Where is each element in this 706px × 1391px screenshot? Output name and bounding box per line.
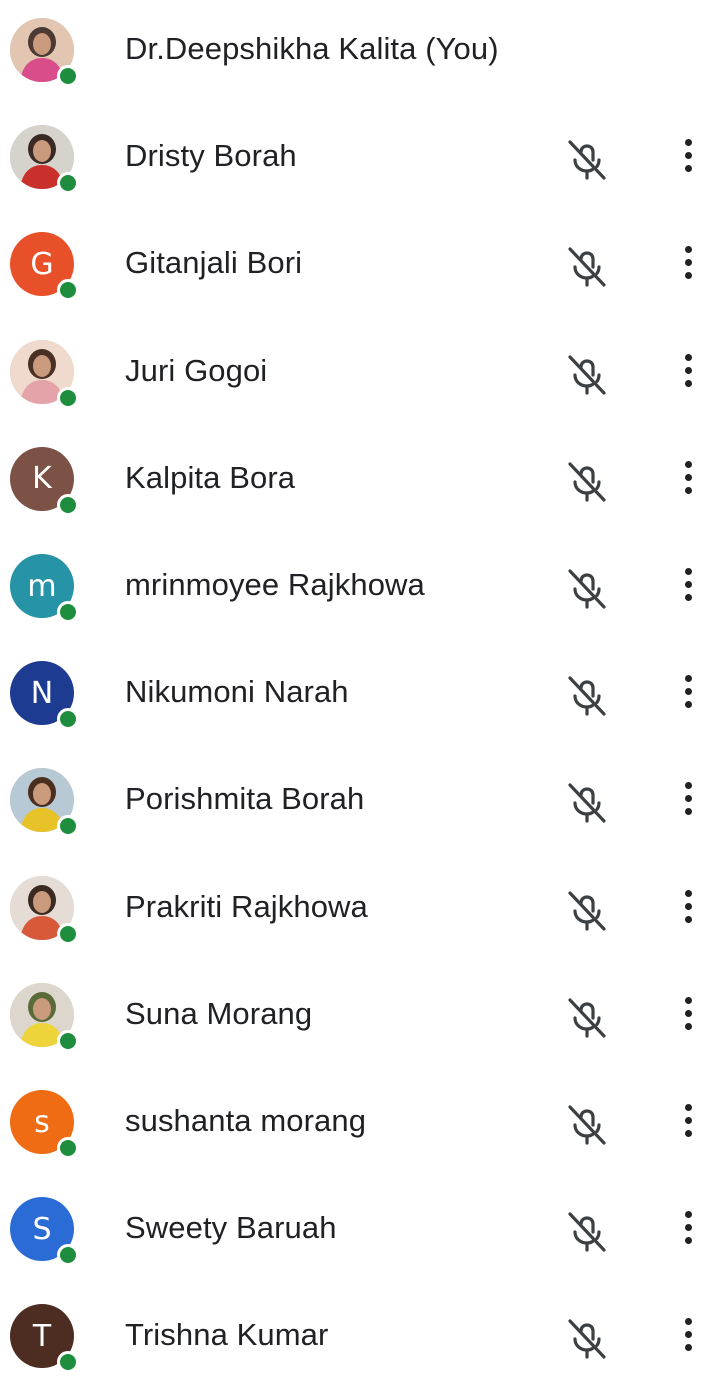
online-status-dot [57,1244,79,1267]
more-vert-icon[interactable] [680,460,696,501]
avatar-container: N [10,661,79,731]
avatar-container: K [10,446,79,516]
more-vert-icon[interactable] [680,1104,696,1144]
mic-off-icon [564,670,610,718]
participant-row[interactable]: N Nikumoni Narah [0,641,706,748]
mic-off-icon [564,1206,610,1254]
online-status-dot [57,386,79,409]
participant-row[interactable]: m mrinmoyee Rajkhowa [0,534,706,641]
avatar-container: m [10,554,79,623]
online-status-dot [57,1351,79,1374]
participant-name: Nikumoni Narah [125,674,349,710]
mic-off-icon [564,1099,610,1147]
more-vert-icon[interactable] [680,889,696,930]
more-vert-icon[interactable] [680,1211,696,1251]
participant-name: Dristy Borah [125,138,297,174]
more-vert-icon[interactable] [680,568,696,608]
avatar-initial: S [32,1211,52,1247]
mic-off-icon [564,777,610,825]
mic-off-icon [564,992,610,1040]
mic-off-icon [564,563,610,611]
participant-list: Dr.Deepshikha Kalita (You) Dristy Borah G G… [0,0,706,1374]
more-vert-icon[interactable] [680,246,696,286]
participant-name: Gitanjali Bori [125,245,303,281]
participant-row[interactable]: S Sweety Baruah [0,1177,706,1284]
online-status-dot [57,65,79,87]
participant-row[interactable]: Suna Morang [0,963,706,1070]
avatar-initial: m [27,568,57,604]
participant-row[interactable]: Porishmita Borah [0,748,706,855]
avatar-initial: N [30,675,54,711]
online-status-dot [57,922,79,945]
online-status-dot [57,279,79,302]
online-status-dot [57,1137,79,1159]
participant-row-self[interactable]: Dr.Deepshikha Kalita (You) [0,0,706,105]
more-vert-icon[interactable] [680,353,696,394]
online-status-dot [57,815,79,838]
avatar-container [10,125,79,195]
participant-row[interactable]: T Trishna Kumar [0,1284,706,1391]
avatar-container: T [10,1304,79,1374]
participant-row[interactable]: G Gitanjali Bori [0,212,706,319]
more-vert-icon[interactable] [680,782,696,822]
avatar-container [10,768,79,838]
online-status-dot [57,601,79,623]
online-status-dot [57,493,79,516]
avatar-initial: G [30,246,54,282]
more-vert-icon[interactable] [680,1318,696,1358]
mic-off-icon [564,456,610,504]
participant-row[interactable]: Prakriti Rajkhowa [0,856,706,963]
participant-name: Prakriti Rajkhowa [125,888,368,924]
participant-name: mrinmoyee Rajkhowa [125,567,425,602]
participant-row[interactable]: Dristy Borah [0,105,706,212]
online-status-dot [57,708,79,731]
mic-off-icon [564,349,610,397]
avatar-container [10,875,79,945]
avatar-container [10,982,79,1052]
avatar-container [10,18,79,87]
more-vert-icon[interactable] [680,139,696,179]
participant-name: Dr.Deepshikha Kalita (You) [125,31,499,66]
avatar-container: s [10,1090,79,1159]
more-vert-icon[interactable] [680,996,696,1037]
participant-name: Sweety Baruah [125,1210,337,1246]
participant-name: Juri Gogoi [125,352,268,388]
participant-name: Porishmita Borah [125,781,365,817]
more-vert-icon[interactable] [680,675,696,715]
participant-name: sushanta morang [125,1103,367,1138]
participant-row[interactable]: Juri Gogoi [0,320,706,427]
participant-row[interactable]: s sushanta morang [0,1070,706,1177]
online-status-dot [57,172,79,195]
avatar-initial: T [32,1318,52,1354]
avatar-container: S [10,1197,79,1267]
mic-off-icon [564,885,610,933]
mic-off-icon [564,1313,610,1361]
online-status-dot [57,1029,79,1052]
avatar-container: G [10,232,79,302]
avatar-initial: K [32,461,52,497]
participant-row[interactable]: K Kalpita Bora [0,427,706,534]
avatar-initial: s [34,1104,50,1140]
avatar-container [10,339,79,409]
mic-off-icon [564,241,610,289]
participant-name: Trishna Kumar [125,1317,329,1353]
mic-off-icon [564,134,610,182]
participant-name: Kalpita Bora [125,459,296,495]
participant-name: Suna Morang [125,995,313,1031]
